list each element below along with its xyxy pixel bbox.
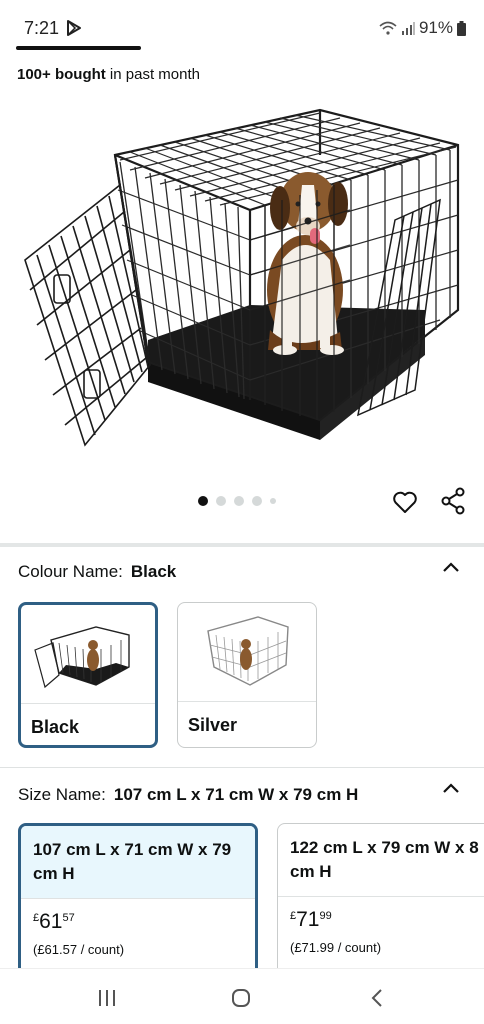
size-name-row: Size Name: 107 cm L x 71 cm W x 79 cm H	[18, 785, 358, 805]
signal-icon	[401, 22, 415, 35]
back-icon[interactable]	[370, 988, 384, 1008]
status-indicators: 91%	[379, 18, 466, 38]
size-card-divider	[278, 896, 484, 897]
colour-name-label: Colour Name:	[18, 562, 123, 581]
recent-apps-icon[interactable]	[97, 989, 117, 1007]
swatch-divider	[21, 703, 155, 704]
colour-option-silver[interactable]: Silver	[177, 602, 317, 748]
section-divider	[0, 543, 484, 547]
play-store-icon	[67, 20, 81, 36]
colour-name-row: Colour Name: Black	[18, 562, 176, 582]
carousel-dot-3[interactable]	[234, 496, 244, 506]
home-icon[interactable]	[231, 988, 251, 1008]
price-fraction: 57	[62, 912, 75, 924]
price-currency: £	[290, 910, 297, 922]
size-option-107cm[interactable]: 107 cm L x 71 cm W x 79 cm H £6157 (£61.…	[18, 823, 258, 983]
size-option-name: 122 cm L x 79 cm W x 8 cm H	[290, 838, 479, 881]
carousel-dot-2[interactable]	[216, 496, 226, 506]
chevron-up-icon[interactable]	[442, 782, 460, 794]
bought-count: 100+ bought	[17, 66, 106, 83]
price-per-count: (£71.99 / count)	[290, 940, 382, 955]
size-card-divider	[21, 898, 255, 899]
swatch-divider	[178, 701, 316, 702]
product-image[interactable]	[20, 100, 465, 460]
price-per-count: (£61.57 / count)	[33, 942, 125, 957]
colour-option-label: Black	[31, 717, 80, 737]
section-divider	[0, 767, 484, 768]
price-whole: 61	[39, 910, 63, 933]
colour-option-label: Silver	[188, 715, 238, 735]
colour-name-value: Black	[130, 562, 177, 581]
status-time: 7:21	[24, 18, 60, 38]
status-bar: 7:21 91%	[0, 0, 484, 56]
carousel-dot-5[interactable]	[270, 498, 276, 504]
size-option-price: £7199	[290, 908, 332, 932]
carousel-dot-1[interactable]	[198, 496, 208, 506]
price-whole: 71	[296, 908, 320, 931]
page-progress-indicator	[16, 46, 141, 50]
size-name-value: 107 cm L x 71 cm W x 79 cm H	[113, 785, 359, 804]
bought-in-past-month: 100+ bought in past month	[17, 66, 200, 83]
battery-icon	[457, 20, 466, 36]
price-fraction: 99	[319, 910, 332, 922]
size-name-label: Size Name:	[18, 785, 106, 804]
black-crate-thumbnail	[34, 626, 130, 689]
wifi-icon	[379, 21, 397, 35]
bought-suffix: in past month	[105, 66, 200, 83]
price-currency: £	[33, 912, 40, 924]
battery-percent: 91%	[418, 18, 453, 37]
carousel-dot-4[interactable]	[252, 496, 262, 506]
heart-icon[interactable]	[392, 489, 418, 515]
silver-crate-thumbnail	[207, 616, 289, 686]
image-carousel-dots[interactable]	[198, 496, 276, 506]
colour-option-black[interactable]: Black	[18, 602, 158, 748]
size-option-name: 107 cm L x 71 cm W x 79 cm H	[21, 826, 255, 898]
size-option-122cm[interactable]: 122 cm L x 79 cm W x 8 cm H £7199 (£71.9…	[277, 823, 484, 983]
share-icon[interactable]	[440, 487, 466, 515]
chevron-up-icon[interactable]	[442, 561, 460, 573]
size-option-price: £6157	[33, 910, 75, 934]
system-nav-bar	[0, 968, 484, 1024]
